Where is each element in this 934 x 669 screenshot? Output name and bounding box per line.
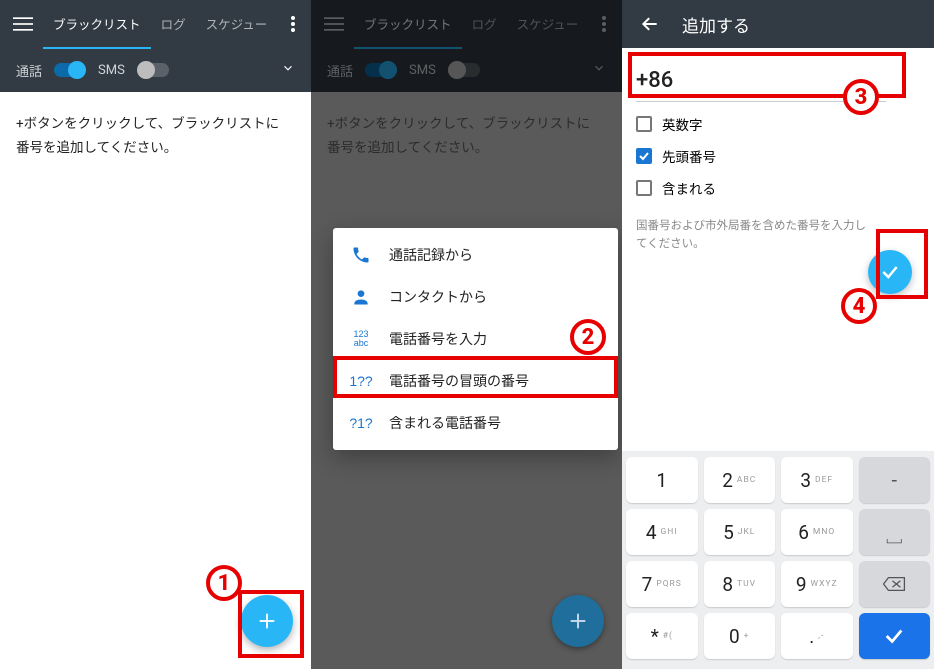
checkbox-checked-icon [636,148,652,164]
add-body: +86 英数字 先頭番号 含まれる 国番号および市外局番を含めた番号を入力してく… [622,48,934,267]
checkbox-label: 先頭番号 [662,146,716,166]
tab-blacklist[interactable]: ブラックリスト [354,0,462,49]
key-4[interactable]: 4GHI [626,509,698,555]
key-backspace[interactable] [859,561,931,607]
annotation-badge-4: 4 [841,288,877,324]
toggle-sms[interactable] [448,63,480,77]
label-sms: SMS [409,63,436,78]
key-space[interactable]: ␣ [859,509,931,555]
screen-2-add-menu: ブラックリスト ログ スケジュー 通話 SMS +ボタンをクリックして、ブラック… [311,0,622,669]
starts-with-icon: 1?? [349,373,373,389]
checkbox-icon [636,116,652,132]
more-menu-button[interactable] [590,4,618,44]
checkbox-starts-with[interactable]: 先頭番号 [636,146,920,166]
popup-enter-number[interactable]: 123 abc 電話番号を入力 [333,318,618,360]
back-button[interactable] [634,8,666,40]
key-0[interactable]: 0+ [704,613,776,659]
annotation-badge-1: 1 [206,565,242,601]
checkbox-icon [636,180,652,196]
add-method-popup: 通話記録から コンタクトから 123 abc 電話番号を入力 1?? 電話番号の… [333,228,618,450]
key-8[interactable]: 8TUV [704,561,776,607]
app-header-dimmed: ブラックリスト ログ スケジュー 通話 SMS [311,0,622,92]
phone-icon [349,245,373,265]
number-input-icon: 123 abc [349,330,373,348]
empty-state-hint: +ボタンをクリックして、ブラックリストに 番号を追加してください。 [0,92,311,181]
expand-chevron-icon[interactable] [592,61,606,79]
app-header: ブラックリスト ログ スケジュー 通話 SMS [0,0,311,92]
hamburger-menu-button[interactable] [315,4,352,44]
popup-label: 通話記録から [389,245,473,265]
popup-label: 電話番号の冒頭の番号 [389,371,529,391]
popup-contains-number[interactable]: ?1? 含まれる電話番号 [333,402,618,444]
add-fab-button[interactable] [241,595,293,647]
tab-log[interactable]: ログ [462,0,507,49]
add-fab-button-dimmed[interactable] [552,595,604,647]
popup-label: 電話番号を入力 [389,329,487,349]
label-call: 通話 [16,61,42,80]
screen-3-add-number: 追加する +86 英数字 先頭番号 含まれる 国番号および市外局番を含めた番号を… [622,0,934,669]
toggle-call[interactable] [365,63,397,77]
checkbox-contains[interactable]: 含まれる [636,178,920,198]
checkbox-label: 含まれる [662,178,716,198]
toggle-row: 通話 SMS [0,48,311,92]
page-title: 追加する [682,12,750,37]
tab-schedule[interactable]: スケジュー [196,0,278,49]
numeric-keypad: 1 2ABC 3DEF - 4GHI 5JKL 6MNO ␣ 7PQRS 8TU… [622,451,934,669]
popup-from-contacts[interactable]: コンタクトから [333,276,618,318]
checkbox-label: 英数字 [662,114,703,134]
key-5[interactable]: 5JKL [704,509,776,555]
popup-from-call-log[interactable]: 通話記録から [333,234,618,276]
key-6[interactable]: 6MNO [781,509,853,555]
popup-label: 含まれる電話番号 [389,413,501,433]
help-text: 国番号および市外局番を含めた番号を入力してください。 [636,216,876,253]
person-icon [349,287,373,307]
expand-chevron-icon[interactable] [281,61,295,79]
checkbox-alphanumeric[interactable]: 英数字 [636,114,920,134]
contains-icon: ?1? [349,415,373,431]
key-2[interactable]: 2ABC [704,457,776,503]
toggle-call[interactable] [54,63,86,77]
more-menu-button[interactable] [279,4,307,44]
key-enter[interactable] [859,613,931,659]
tab-blacklist[interactable]: ブラックリスト [43,0,151,49]
popup-label: コンタクトから [389,287,487,307]
header-top-row: ブラックリスト ログ スケジュー [0,0,311,48]
key-minus[interactable]: - [859,457,931,503]
key-1[interactable]: 1 [626,457,698,503]
key-7[interactable]: 7PQRS [626,561,698,607]
tab-schedule[interactable]: スケジュー [507,0,589,49]
tabs: ブラックリスト ログ スケジュー [43,0,277,49]
key-dot[interactable]: .,- [781,613,853,659]
key-star[interactable]: *#( [626,613,698,659]
popup-starts-with[interactable]: 1?? 電話番号の冒頭の番号 [333,360,618,402]
add-header: 追加する [622,0,934,48]
label-sms: SMS [98,63,125,78]
confirm-fab-button[interactable] [868,250,912,294]
key-9[interactable]: 9WXYZ [781,561,853,607]
toggle-sms[interactable] [137,63,169,77]
label-call: 通話 [327,61,353,80]
tab-log[interactable]: ログ [151,0,196,49]
phone-number-input[interactable]: +86 [636,62,886,102]
key-3[interactable]: 3DEF [781,457,853,503]
screen-1-blacklist: ブラックリスト ログ スケジュー 通話 SMS +ボタンをクリックして、ブラック… [0,0,311,669]
hamburger-menu-button[interactable] [4,4,41,44]
